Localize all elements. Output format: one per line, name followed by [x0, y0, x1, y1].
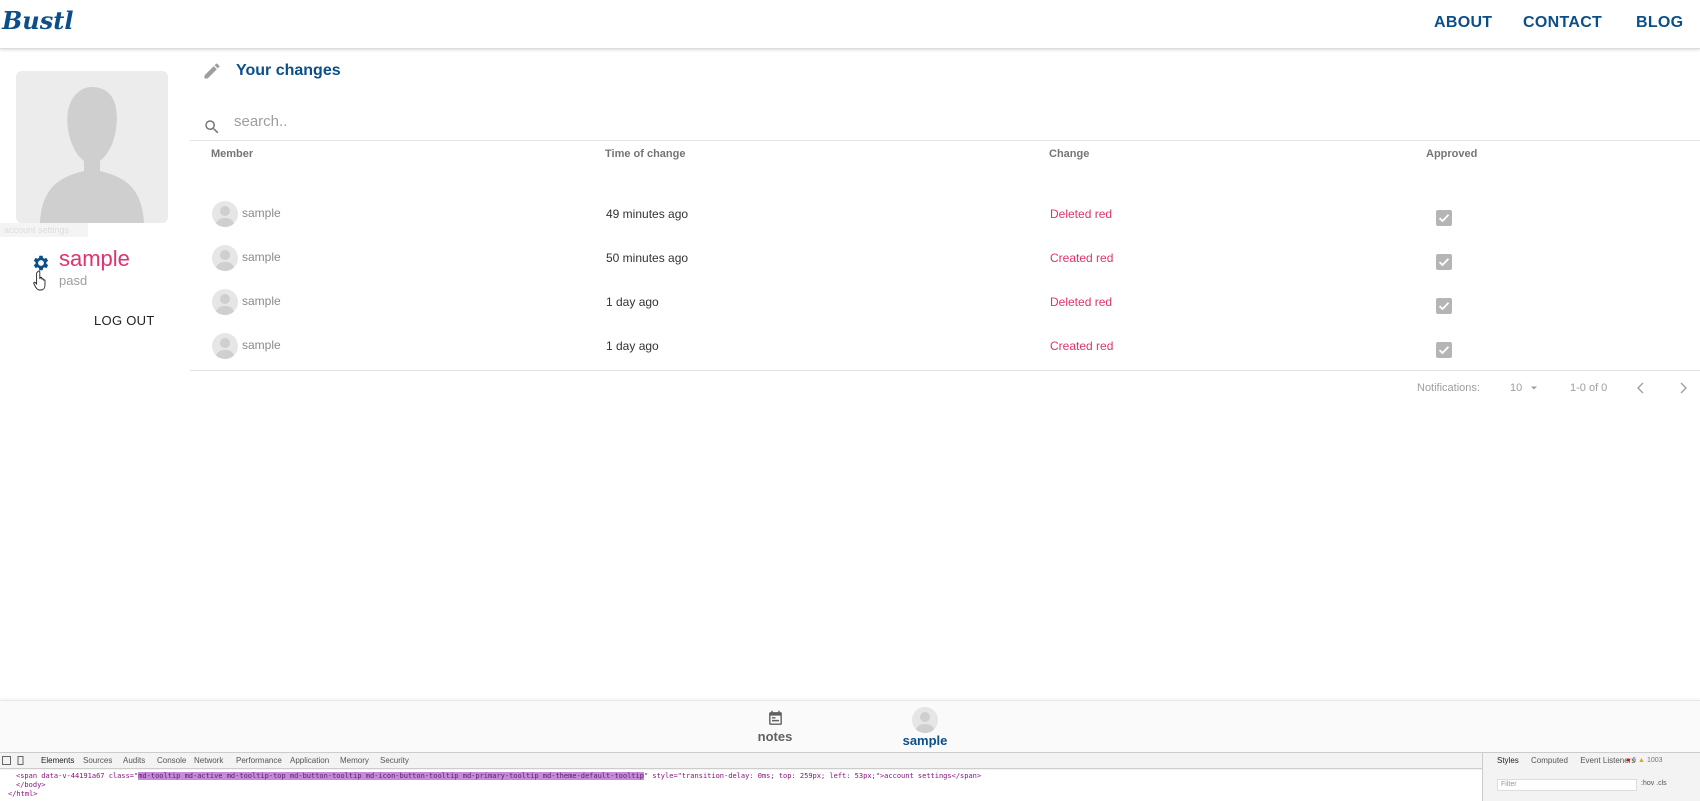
- person-silhouette-icon: [215, 338, 235, 359]
- member-avatar: [212, 245, 238, 271]
- dom-line-suffix: " style="transition-delay: 0ms; top: 259…: [643, 772, 982, 780]
- styles-filter-options[interactable]: :hov .cls: [1641, 780, 1667, 787]
- column-header-change[interactable]: Change: [1049, 148, 1089, 160]
- bottom-navigation: notes sample: [0, 700, 1700, 752]
- approved-checkbox[interactable]: [1436, 210, 1452, 226]
- nav-contact[interactable]: CONTACT: [1523, 14, 1602, 32]
- column-header-approved[interactable]: Approved: [1426, 148, 1477, 160]
- styles-tab-computed[interactable]: Computed: [1531, 756, 1568, 765]
- search-icon: [205, 120, 219, 134]
- person-silhouette-icon: [215, 294, 235, 315]
- pager-range: 1-0 of 0: [1570, 382, 1608, 394]
- dom-line-highlight: md-tooltip md-active md-tooltip-top md-b…: [138, 772, 644, 780]
- devtools-tabbar: Elements Sources Audits Console Network …: [0, 753, 1482, 769]
- search-input[interactable]: [234, 110, 1134, 132]
- dom-line-span[interactable]: <span data-v-44191a67 class="md-tooltip …: [16, 772, 1482, 781]
- calendar-icon: [769, 710, 782, 725]
- profile-avatar: [16, 71, 168, 223]
- member-name: sample: [242, 206, 281, 220]
- profile-avatar-small: [912, 707, 938, 733]
- table-row[interactable]: sample 1 day ago Created red: [190, 325, 1700, 369]
- devtools-tab-memory[interactable]: Memory: [340, 756, 369, 765]
- devtools-panel: Elements Sources Audits Console Network …: [0, 752, 1700, 801]
- top-bar: Bustl ABOUT CONTACT BLOG: [0, 0, 1700, 49]
- error-count: 6: [1632, 757, 1637, 764]
- chevron-left-icon[interactable]: [1634, 381, 1648, 395]
- nav-blog[interactable]: BLOG: [1636, 14, 1683, 32]
- person-silhouette-icon: [40, 87, 144, 223]
- pager-label: Notifications:: [1417, 382, 1480, 394]
- devtools-issue-counter[interactable]: ● 6 ▲ 1003: [1626, 757, 1663, 764]
- devtools-dom-tree[interactable]: <span data-v-44191a67 class="md-tooltip …: [0, 770, 1482, 801]
- change-time: 1 day ago: [606, 295, 659, 309]
- section-title: Your changes: [236, 62, 341, 79]
- hand-cursor-icon: [33, 270, 46, 291]
- member-name: sample: [242, 338, 281, 352]
- device-toggle-icon[interactable]: [16, 756, 25, 765]
- styles-filter-input[interactable]: Filter: [1497, 779, 1637, 791]
- member-name: sample: [242, 250, 281, 264]
- bottom-nav-profile[interactable]: sample: [880, 701, 970, 753]
- devtools-tab-elements[interactable]: Elements: [41, 756, 74, 765]
- devtools-tab-application[interactable]: Application: [290, 756, 329, 765]
- pencil-icon: [204, 63, 220, 79]
- person-silhouette-icon: [215, 250, 235, 271]
- logout-button[interactable]: LOG OUT: [94, 313, 155, 328]
- change-description: Created red: [1050, 251, 1114, 265]
- change-description: Deleted red: [1050, 295, 1113, 309]
- column-header-time[interactable]: Time of change: [605, 148, 685, 160]
- user-name: sample: [59, 246, 130, 271]
- user-subtitle: pasd: [59, 273, 88, 288]
- member-avatar: [212, 289, 238, 315]
- member-avatar: [212, 201, 238, 227]
- devtools-tab-network[interactable]: Network: [194, 756, 223, 765]
- member-name: sample: [242, 294, 281, 308]
- table-row[interactable]: sample 1 day ago Deleted red: [190, 281, 1700, 325]
- bottom-nav-notes[interactable]: notes: [730, 701, 820, 753]
- dom-line-prefix: <span data-v-44191a67 class=": [16, 772, 139, 780]
- search-divider: [190, 140, 1700, 141]
- table-row[interactable]: sample 49 minutes ago Deleted red: [190, 193, 1700, 237]
- table-row[interactable]: sample 50 minutes ago Created red: [190, 237, 1700, 281]
- rows-per-page-select[interactable]: 10: [1510, 382, 1522, 394]
- caret-down-icon[interactable]: [1529, 383, 1539, 393]
- person-silhouette-icon: [915, 712, 935, 733]
- logo[interactable]: Bustl: [2, 6, 73, 35]
- bottom-nav-profile-label: sample: [902, 733, 948, 748]
- devtools-tab-security[interactable]: Security: [380, 756, 409, 765]
- devtools-tab-performance[interactable]: Performance: [236, 756, 282, 765]
- devtools-styles-pane: Styles Computed Event Listeners Filter :…: [1482, 753, 1700, 801]
- warning-count: 1003: [1646, 757, 1663, 764]
- nav-about[interactable]: ABOUT: [1434, 14, 1492, 32]
- approved-checkbox[interactable]: [1436, 342, 1452, 358]
- change-description: Created red: [1050, 339, 1114, 353]
- devtools-tab-audits[interactable]: Audits: [123, 756, 145, 765]
- approved-checkbox[interactable]: [1436, 298, 1452, 314]
- bottom-nav-notes-label: notes: [757, 729, 793, 744]
- change-time: 49 minutes ago: [606, 207, 689, 221]
- account-settings-tooltip: account settings: [0, 223, 88, 237]
- table-divider: [190, 370, 1700, 371]
- dom-line-html[interactable]: </html>: [8, 790, 1482, 799]
- member-avatar: [212, 333, 238, 359]
- person-silhouette-icon: [215, 206, 235, 227]
- inspect-icon[interactable]: [2, 756, 11, 765]
- dom-line-body[interactable]: </body>: [16, 781, 1482, 790]
- devtools-tab-sources[interactable]: Sources: [83, 756, 112, 765]
- chevron-right-icon[interactable]: [1676, 381, 1690, 395]
- approved-checkbox[interactable]: [1436, 254, 1452, 270]
- devtools-tab-console[interactable]: Console: [157, 756, 186, 765]
- change-time: 50 minutes ago: [606, 251, 689, 265]
- column-header-member[interactable]: Member: [211, 148, 253, 160]
- change-time: 1 day ago: [606, 339, 659, 353]
- styles-tab-styles[interactable]: Styles: [1497, 756, 1519, 765]
- change-description: Deleted red: [1050, 207, 1113, 221]
